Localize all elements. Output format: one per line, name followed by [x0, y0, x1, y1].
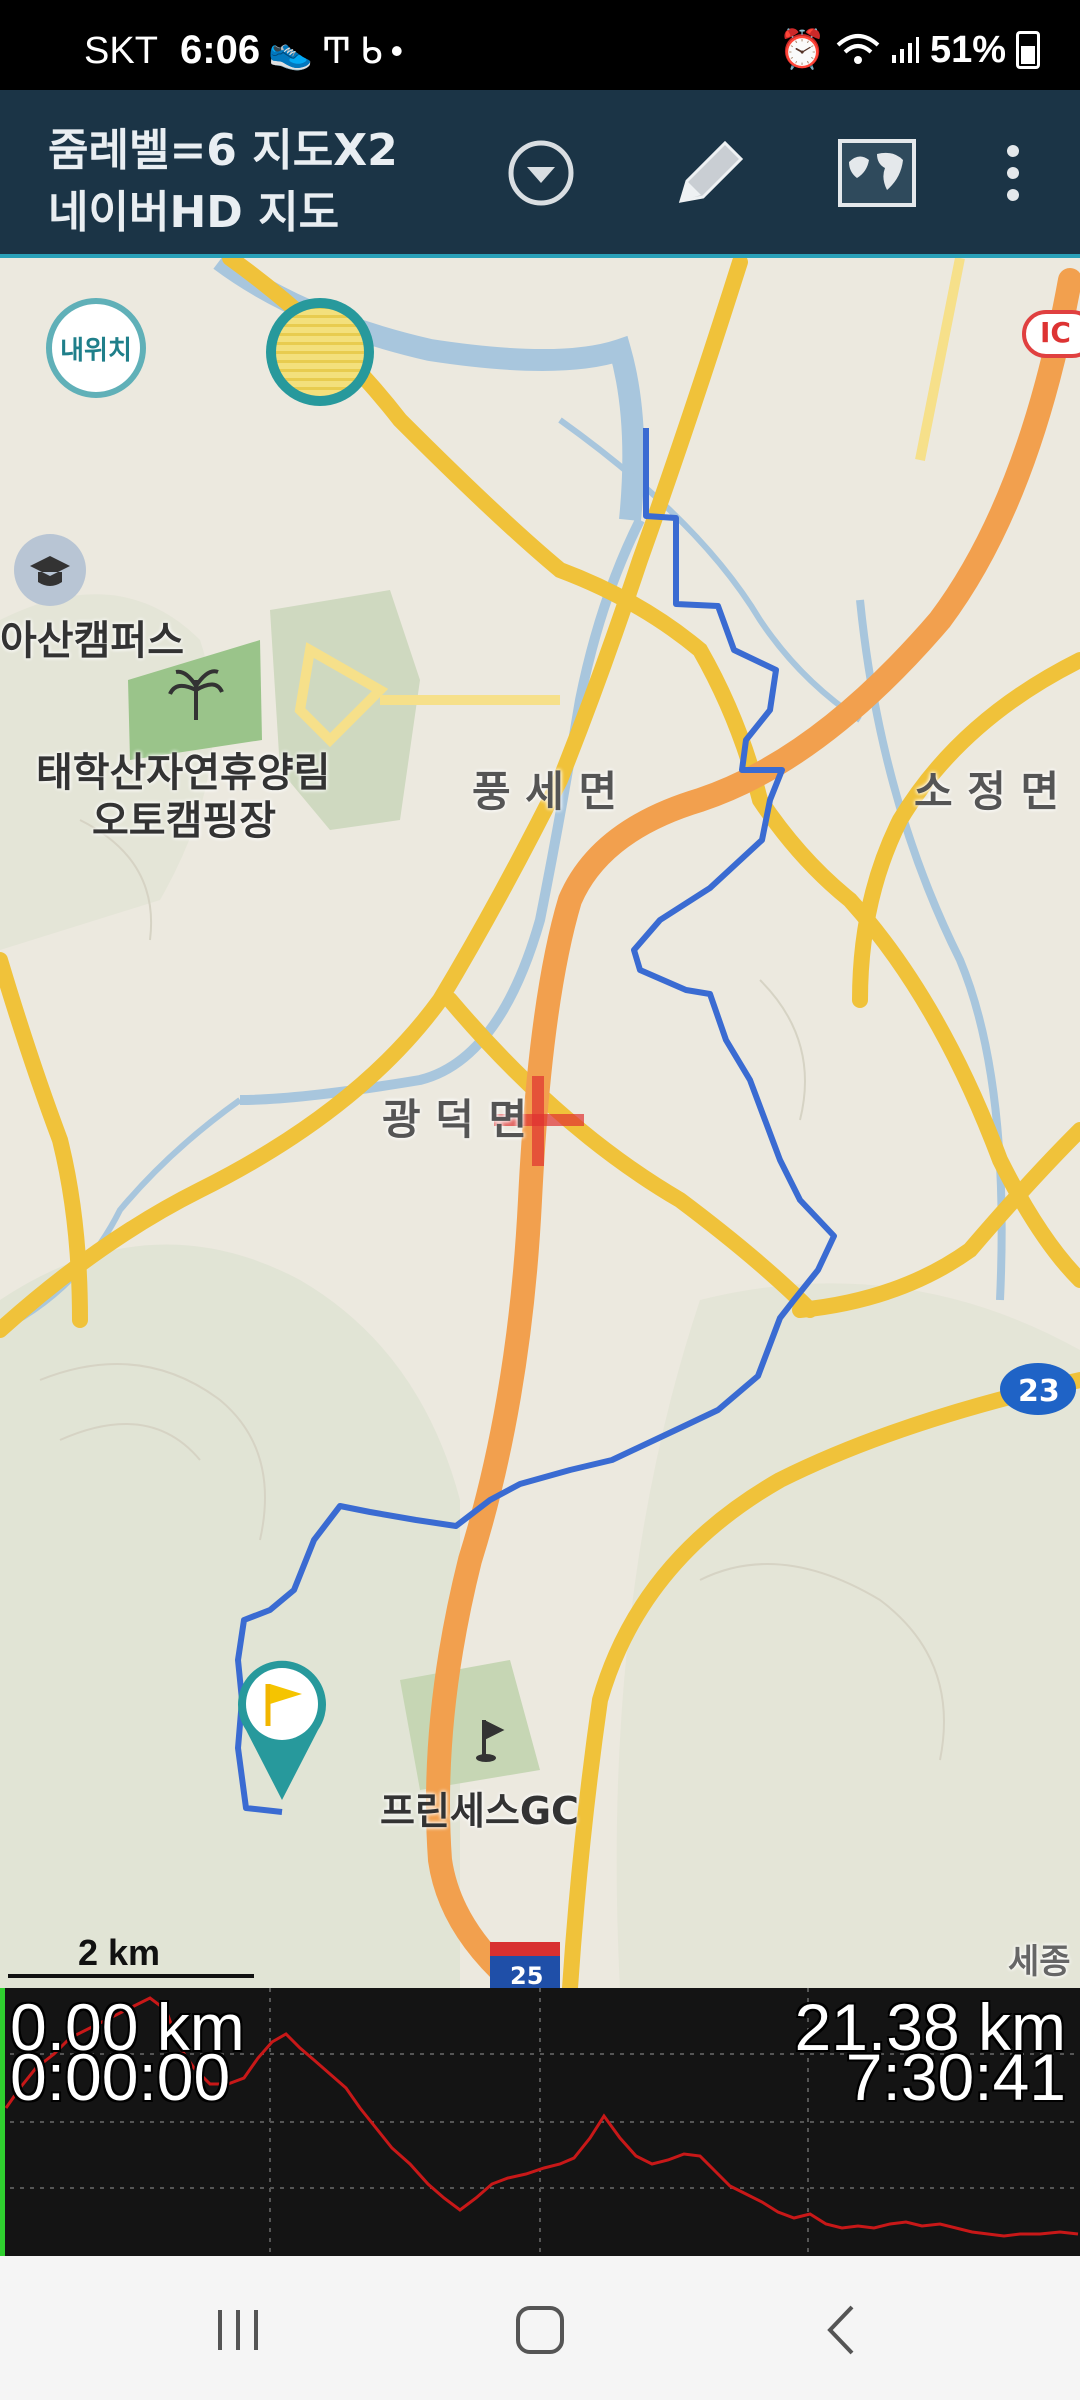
battery-icon	[1016, 31, 1040, 69]
map-label-gwangdeok: 광 덕 면	[382, 1095, 528, 1144]
map-icon	[838, 139, 916, 207]
notification-icons: 👟Ͳᑲ•	[268, 30, 411, 72]
map-label-sejong: 세종	[1008, 1942, 1071, 1982]
map-view[interactable]: 내위치 아산캠퍼스 태학산자연휴양림 오토캠핑장 풍 세 면 소 정 면 광 덕…	[0, 258, 1080, 1988]
back-icon	[827, 2305, 854, 2355]
map-source-title: 네이버HD 지도	[48, 187, 340, 238]
more-options-button[interactable]	[968, 128, 1058, 218]
scale-label: 2 km	[78, 1932, 161, 1973]
edit-button[interactable]	[664, 128, 754, 218]
status-bar: SKT 6:06 👟Ͳᑲ• ⏰ 51%	[0, 0, 1080, 90]
scale-line	[8, 1974, 254, 1978]
back-button[interactable]	[812, 2300, 872, 2360]
dropdown-button[interactable]	[496, 128, 586, 218]
elevation-cursor[interactable]	[0, 1988, 5, 2256]
route-23-badge: 23	[1018, 1374, 1060, 1409]
zoom-level-title: 줌레벨=6 지도X2	[48, 125, 398, 176]
pencil-icon	[678, 140, 744, 203]
battery-percent: 51%	[929, 28, 1006, 71]
day-night-toggle-button[interactable]	[266, 298, 374, 406]
map-label-forest-line2: 오토캠핑장	[92, 798, 276, 844]
recents-button[interactable]	[208, 2300, 268, 2360]
app-toolbar: 줌레벨=6 지도X2 네이버HD 지도	[0, 90, 1080, 258]
wifi-icon	[836, 34, 880, 64]
total-time: 7:30:41	[845, 2040, 1066, 2114]
map-canvas	[0, 258, 1080, 1988]
start-time: 0:00:00	[10, 2040, 231, 2114]
home-icon	[516, 2306, 564, 2354]
carrier-label: SKT	[84, 30, 158, 72]
clock: 6:06	[180, 28, 261, 72]
my-location-button[interactable]: 내위치	[46, 298, 146, 398]
scale-bar: 2 km	[8, 1932, 254, 1978]
map-label-ic: IC	[1040, 316, 1071, 349]
route-25-shield: 25	[510, 1962, 544, 1988]
dot-icon: •	[390, 30, 412, 71]
map-label-campus: 아산캠퍼스	[0, 618, 184, 664]
elevation-profile[interactable]: 0.00 km 0:00:00 21.38 km 7:30:41	[0, 1988, 1080, 2256]
home-button[interactable]	[510, 2300, 570, 2360]
system-icons: ⏰ 51%	[779, 28, 1040, 72]
map-label-golf: 프린세스GC	[380, 1789, 579, 1833]
more-vert-icon	[1007, 145, 1019, 201]
map-label-sojeong: 소 정 면	[914, 767, 1060, 816]
t-icon: Ͳ	[320, 30, 360, 71]
system-nav-bar	[0, 2256, 1080, 2400]
signal-icon	[891, 37, 919, 63]
dropdown-icon	[508, 140, 574, 206]
alarm-icon: ⏰	[778, 29, 826, 71]
b-icon: ᑲ	[359, 30, 391, 71]
map-select-button[interactable]	[832, 128, 922, 218]
map-label-pungse: 풍 세 면	[472, 767, 618, 816]
recents-icon	[218, 2310, 258, 2350]
sneaker-icon: 👟	[268, 30, 321, 71]
my-location-label: 내위치	[60, 335, 132, 366]
